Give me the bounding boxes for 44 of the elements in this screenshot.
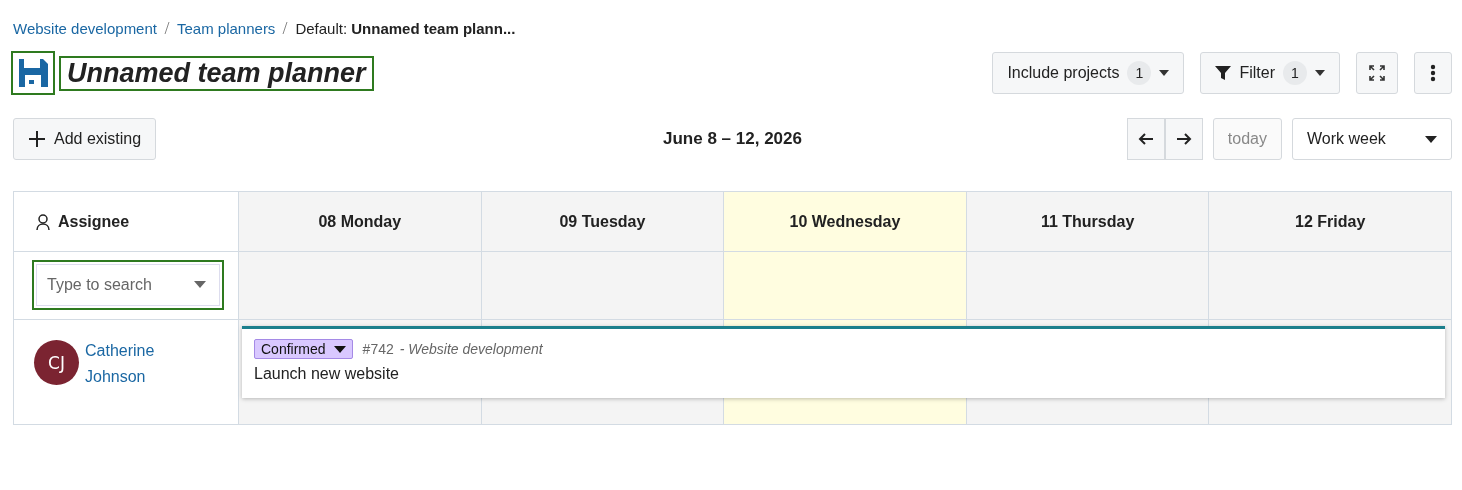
filter-button[interactable]: Filter 1 [1200, 52, 1340, 94]
caret-icon [333, 345, 346, 353]
breadcrumb-separator-icon [282, 21, 289, 35]
view-select[interactable]: Work week [1292, 118, 1452, 160]
day-header: 12 Friday [1209, 192, 1452, 252]
event-title: Launch new website [254, 365, 400, 383]
status-dropdown[interactable]: Confirmed [254, 339, 353, 359]
previous-button[interactable] [1126, 118, 1165, 160]
next-button[interactable] [1164, 118, 1203, 160]
page-title[interactable]: Unnamed team planner [61, 57, 372, 89]
more-button[interactable] [1414, 52, 1452, 94]
assignee-name-link[interactable]: Catherine Johnson [85, 338, 175, 390]
breadcrumb-link[interactable]: Team planners [177, 19, 276, 37]
caret-icon [1315, 70, 1325, 76]
caret-icon [1425, 135, 1437, 143]
search-field[interactable]: Type to search [36, 264, 220, 306]
filter-icon [1215, 65, 1232, 81]
day-header: 08 Monday [239, 192, 482, 252]
person-icon [36, 213, 50, 230]
event-card[interactable]: Confirmed #742 - Website development Launch new website [242, 326, 1445, 398]
work-package-id: #742 [362, 341, 394, 357]
expand-icon [1368, 64, 1386, 82]
caret-icon [194, 281, 206, 288]
count-badge: 1 [1127, 61, 1152, 85]
date-range: June 8 – 12, 2026 [663, 129, 802, 149]
save-icon[interactable] [13, 53, 53, 93]
right-arrow-icon [1175, 132, 1192, 146]
day-header: 10 Wednesday [724, 192, 967, 252]
breadcrumb-separator-icon [164, 21, 170, 35]
add-existing-button[interactable]: Add existing [13, 118, 157, 160]
count-badge: 1 [1283, 61, 1307, 85]
plus-icon [28, 130, 46, 148]
fullscreen-button[interactable] [1356, 52, 1398, 94]
day-header: 09 Tuesday [481, 192, 725, 252]
breadcrumb-current: Default: Unnamed team plann... [295, 19, 516, 37]
more-icon [1430, 64, 1436, 82]
left-arrow-icon [1137, 132, 1154, 146]
breadcrumb-link[interactable]: Website development [13, 19, 157, 37]
avatar: CJ [34, 340, 79, 385]
project-name: - Website development [399, 341, 543, 357]
column-header-label: Assignee [58, 212, 130, 231]
day-header: 11 Thursday [966, 192, 1210, 252]
caret-icon [1159, 70, 1170, 76]
include-projects-button[interactable]: Include projects 1 [992, 52, 1185, 94]
